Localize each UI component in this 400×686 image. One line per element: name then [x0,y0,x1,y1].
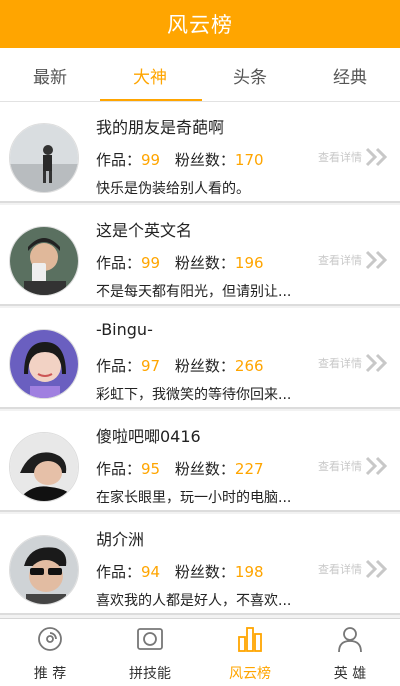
works-label: 作品： [96,563,142,581]
active-tab-indicator [100,99,202,101]
user-motto: 快乐是伪装给别人看的。 [96,181,250,197]
person-icon [338,627,362,653]
user-motto: 彩虹下，我微笑的等待你回来... [96,387,292,403]
avatar [9,226,79,296]
user-stats: 作品：99 粉丝数：196 [96,252,264,273]
fans-label: 粉丝数： [174,357,235,375]
double-chevron-right-icon [365,559,388,579]
tab-latest[interactable]: 最新 [0,48,100,102]
double-chevron-right-icon [365,456,388,476]
view-details-label: 查看详情 [318,254,362,267]
fans-label: 粉丝数： [174,460,235,478]
user-motto: 不是每天都有阳光，但请别让... [96,284,292,300]
nav-skills[interactable]: 拼技能 [100,619,200,686]
fans-count: 266 [234,357,264,375]
fans-count: 170 [234,151,264,169]
view-details-label: 查看详情 [318,357,362,370]
view-details-button[interactable]: 查看详情 [318,558,390,580]
list-item[interactable]: 这是个英文名 作品：99 粉丝数：196 不是每天都有阳光，但请别让... 查看… [0,205,400,306]
fans-label: 粉丝数： [174,151,235,169]
tab-headlines[interactable]: 头条 [200,48,300,102]
nav-recommend[interactable]: 推 荐 [0,619,100,686]
works-label: 作品： [96,460,142,478]
avatar [9,432,79,502]
list-item[interactable]: -Bingu- 作品：97 粉丝数：266 彩虹下，我微笑的等待你回来... 查… [0,308,400,409]
nav-label: 推 荐 [33,666,67,682]
nav-label: 英 雄 [333,666,367,682]
user-name: 这是个英文名 [96,221,193,240]
tab-bar: 最新 大神 头条 经典 [0,48,400,102]
nav-label: 拼技能 [129,666,171,682]
view-details-label: 查看详情 [318,460,362,473]
nav-label: 风云榜 [229,666,271,682]
user-name: 我的朋友是奇葩啊 [96,118,225,137]
frame-icon [137,628,163,650]
bottom-nav: 推 荐 拼技能 风云榜 英 雄 [0,618,400,686]
view-details-button[interactable]: 查看详情 [318,146,390,168]
bar-chart-icon [238,627,262,652]
avatar [9,329,79,399]
works-label: 作品： [96,254,142,272]
avatar [9,123,79,193]
user-stats: 作品：97 粉丝数：266 [96,355,264,376]
fans-count: 198 [234,563,264,581]
works-label: 作品： [96,357,142,375]
app-header: 风云榜 [0,0,400,48]
user-name: 傻啦吧唧0416 [96,427,201,446]
avatar [9,535,79,605]
tab-masters[interactable]: 大神 [100,48,200,102]
page-title: 风云榜 [167,13,233,37]
nav-ranking[interactable]: 风云榜 [200,619,300,686]
user-name: 胡介洲 [96,530,145,549]
view-details-label: 查看详情 [318,563,362,576]
nav-heroes[interactable]: 英 雄 [300,619,400,686]
works-count: 94 [141,563,161,581]
user-stats: 作品：95 粉丝数：227 [96,458,264,479]
view-details-button[interactable]: 查看详情 [318,249,390,271]
works-label: 作品： [96,151,142,169]
works-count: 97 [141,357,161,375]
list-item[interactable]: 我的朋友是奇葩啊 作品：99 粉丝数：170 快乐是伪装给别人看的。 查看详情 [0,102,400,203]
view-details-button[interactable]: 查看详情 [318,352,390,374]
fans-count: 196 [234,254,264,272]
fans-label: 粉丝数： [174,254,235,272]
list-item[interactable]: 胡介洲 作品：94 粉丝数：198 喜欢我的人都是好人，不喜欢... 查看详情 [0,514,400,615]
target-icon [38,627,62,651]
user-motto: 喜欢我的人都是好人，不喜欢... [96,593,292,609]
view-details-button[interactable]: 查看详情 [318,455,390,477]
fans-label: 粉丝数： [174,563,235,581]
works-count: 99 [141,254,161,272]
view-details-label: 查看详情 [318,151,362,164]
user-name: -Bingu- [96,320,153,339]
double-chevron-right-icon [365,353,388,373]
user-stats: 作品：94 粉丝数：198 [96,561,264,582]
fans-count: 227 [234,460,264,478]
double-chevron-right-icon [365,250,388,270]
works-count: 95 [141,460,161,478]
works-count: 99 [141,151,161,169]
list-item[interactable]: 傻啦吧唧0416 作品：95 粉丝数：227 在家长眼里，玩一小时的电脑... … [0,411,400,512]
user-motto: 在家长眼里，玩一小时的电脑... [96,490,292,506]
user-stats: 作品：99 粉丝数：170 [96,149,264,170]
double-chevron-right-icon [365,147,388,167]
tab-classics[interactable]: 经典 [300,48,400,102]
